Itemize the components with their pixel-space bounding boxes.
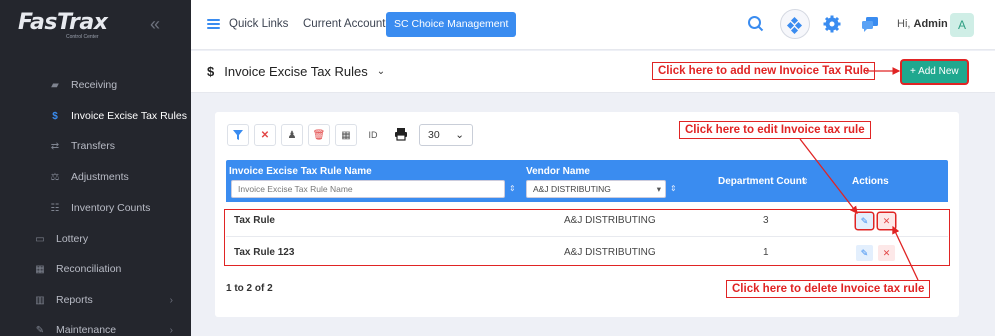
sidebar-item-label: Transfers (71, 140, 115, 152)
quick-links-button[interactable]: Quick Links (207, 17, 288, 31)
fastrax-logo[interactable]: FasTrax Control Center (18, 10, 118, 40)
scale-icon: ⚖ (50, 171, 60, 183)
sidebar-item-label: Inventory Counts (71, 202, 151, 214)
add-new-button[interactable]: + Add New (902, 61, 967, 83)
clear-filter-icon[interactable]: ✕ (254, 124, 276, 146)
sidebar-item-lottery[interactable]: ▭ Lottery (0, 227, 191, 251)
rows-highlight-box (224, 209, 950, 266)
apps-icon[interactable] (780, 9, 810, 39)
top-bar: Quick Links Current Account: SC Choice M… (191, 0, 995, 50)
id-toggle-button[interactable]: ID (362, 124, 384, 146)
sidebar-item-invoice-excise-tax-rules[interactable]: $ Invoice Excise Tax Rules (0, 104, 191, 128)
column-header-vendor[interactable]: Vendor Name (526, 166, 590, 177)
trash-icon[interactable]: 🗑 (308, 124, 330, 146)
sidebar-item-receiving[interactable]: ▰ Receiving (0, 73, 191, 97)
page-size-value: 30 (428, 129, 440, 141)
grid-toolbar: ✕ ♟ 🗑 ▦ ID 30 ⌄ (227, 124, 473, 146)
vendor-filter-value: A&J DISTRIBUTING (533, 184, 611, 194)
sidebar-item-label: Adjustments (71, 171, 129, 183)
column-header-name[interactable]: Invoice Excise Tax Rule Name (229, 166, 372, 177)
checklist-icon: ☷ (50, 202, 60, 214)
page-size-select[interactable]: 30 ⌄ (419, 124, 473, 146)
sidebar-item-label: Receiving (71, 79, 118, 91)
chevron-right-icon: › (169, 294, 173, 306)
chevron-right-icon: › (169, 324, 173, 336)
current-account-label: Current Account: (303, 18, 389, 30)
caret-down-icon: ▾ (656, 184, 661, 194)
bar-chart-icon: ▥ (35, 294, 45, 306)
sidebar-item-label: Invoice Excise Tax Rules (71, 110, 187, 122)
sidebar-item-label: Reconciliation (56, 263, 122, 275)
avatar[interactable]: A (950, 13, 974, 37)
search-icon[interactable] (746, 14, 766, 34)
grid-icon: ▦ (35, 263, 45, 275)
page-title-dropdown[interactable]: $ Invoice Excise Tax Rules ⌄ (207, 64, 385, 79)
chevron-down-icon: ⌄ (376, 66, 386, 77)
menu-icon (207, 17, 220, 31)
edit-rule-callout: Click here to edit Invoice tax rule (679, 121, 871, 139)
print-icon[interactable] (394, 127, 414, 144)
dollar-icon: $ (207, 64, 215, 79)
sidebar-item-inventory-counts[interactable]: ☷ Inventory Counts (0, 196, 191, 220)
logo-text: FasTrax (18, 10, 108, 35)
user-greeting: Hi, Admin (897, 18, 948, 30)
gear-icon[interactable] (822, 14, 842, 34)
user-name: Admin (913, 18, 948, 30)
chevron-down-icon: ⌄ (455, 129, 464, 141)
page-title: Invoice Excise Tax Rules (224, 64, 368, 79)
truck-icon: ▰ (51, 79, 59, 91)
sidebar-item-maintenance[interactable]: ✎ Maintenance › (0, 318, 191, 336)
sidebar-item-reports[interactable]: ▥ Reports › (0, 288, 191, 312)
sidebar-item-label: Reports (56, 294, 93, 306)
collapse-sidebar-icon[interactable]: « (150, 14, 160, 35)
column-header-department-count[interactable]: Department Count (718, 176, 805, 187)
calendar-icon[interactable]: ▦ (335, 124, 357, 146)
arrows-exchange-icon: ⇄ (50, 140, 60, 152)
rule-name-filter-input[interactable]: Invoice Excise Tax Rule Name (231, 180, 505, 198)
add-rule-callout: Click here to add new Invoice Tax Rule (652, 62, 876, 80)
sort-icon[interactable]: ⇕ (802, 177, 809, 186)
chat-icon[interactable] (860, 14, 880, 34)
user-icon[interactable]: ♟ (281, 124, 303, 146)
sidebar: FasTrax Control Center « ▰ Receiving $ I… (0, 0, 191, 336)
greeting-text: Hi, (897, 18, 911, 30)
sort-icon[interactable]: ⇕ (509, 184, 516, 193)
filter-icon[interactable] (227, 124, 249, 146)
pagination-summary: 1 to 2 of 2 (226, 283, 273, 294)
sidebar-item-reconciliation[interactable]: ▦ Reconciliation (0, 257, 191, 281)
grid-header: Invoice Excise Tax Rule Name Invoice Exc… (226, 160, 948, 202)
sidebar-item-label: Lottery (56, 233, 89, 245)
ticket-icon: ▭ (35, 233, 45, 245)
current-account-button[interactable]: SC Choice Management (386, 12, 517, 37)
logo-subtitle: Control Center (66, 34, 99, 40)
sidebar-item-label: Maintenance (56, 324, 117, 336)
dollar-icon: $ (52, 110, 58, 122)
vendor-filter-select[interactable]: A&J DISTRIBUTING ▾ (526, 180, 666, 198)
delete-rule-callout: Click here to delete Invoice tax rule (726, 280, 931, 298)
sort-icon[interactable]: ⇕ (670, 184, 677, 193)
column-header-actions: Actions (852, 176, 889, 187)
sidebar-item-adjustments[interactable]: ⚖ Adjustments (0, 165, 191, 189)
wrench-icon: ✎ (35, 324, 45, 336)
quick-links-label: Quick Links (229, 18, 289, 30)
sidebar-item-transfers[interactable]: ⇄ Transfers (0, 134, 191, 158)
